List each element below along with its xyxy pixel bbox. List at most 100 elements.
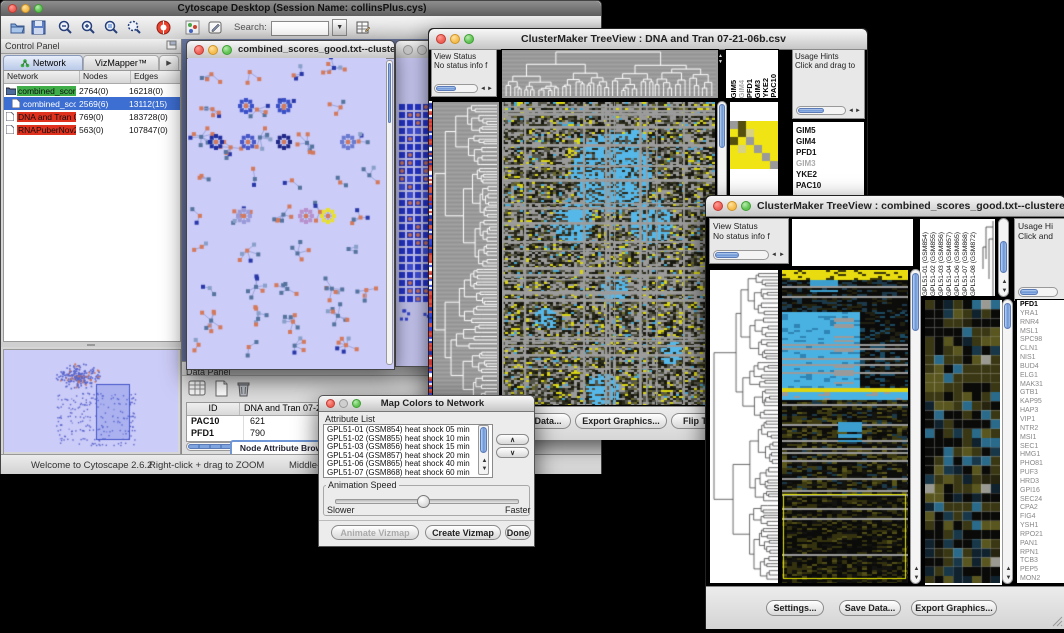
help-lifesaver-icon[interactable] [155,19,172,36]
tv2-labels-down-arrow[interactable]: ▼ [1002,288,1008,294]
tv2-labels-vscrollbar[interactable]: ▲ ▼ [998,218,1009,297]
zoom-fit-button[interactable] [126,19,143,36]
done-button[interactable]: Done [505,525,531,540]
tv2-gene-label[interactable]: VIP1 [1020,416,1064,425]
tv2-gene-label[interactable]: GTB1 [1020,389,1064,398]
tv2-gene-label[interactable]: SPC98 [1020,336,1064,345]
col-edges[interactable]: Edges [131,71,180,83]
tv2-hints-hscrollbar[interactable] [1018,287,1058,297]
tv2-gene-label[interactable]: PAN1 [1020,540,1064,549]
tab-vizmapper[interactable]: VizMapper™ [83,55,159,70]
tv1-status-right-arrow[interactable]: ► [487,86,493,92]
minimize-button[interactable] [417,45,427,55]
tv1-row-dendrogram[interactable] [432,101,500,408]
tv1-gene-label[interactable]: GIM4 [796,136,864,147]
zoom-out-button[interactable] [57,19,74,36]
main-titlebar[interactable]: Cytoscape Desktop (Session Name: collins… [1,1,601,17]
tv1-mini-arrows[interactable]: ▲▼ [718,53,723,65]
tv2-gene-label[interactable]: TCB3 [1020,557,1064,566]
close-button[interactable] [8,4,17,13]
col-network[interactable]: Network [4,71,80,83]
save-button[interactable] [30,19,47,36]
tv2-gene-label[interactable]: RNR4 [1020,319,1064,328]
close-button[interactable] [713,201,723,211]
panel-splitter[interactable] [1,342,181,347]
network-row[interactable]: combined_sco2569(6)13112(15) [4,97,180,110]
minimize-button[interactable] [21,4,30,13]
tv2-status-left-arrow[interactable]: ◄ [771,252,777,258]
attr-col-id[interactable]: ID [187,403,240,415]
close-button[interactable] [326,399,335,408]
network-vscrollbar[interactable] [386,60,393,365]
tv2-gene-label[interactable]: RPO21 [1020,531,1064,540]
zoom-window-button[interactable] [34,4,43,13]
tv2-gene-label[interactable]: PFD1 [1020,301,1064,310]
search-combobox[interactable]: ▼ [271,19,347,37]
tv2-gene-label[interactable]: KAP95 [1020,398,1064,407]
tv2-scroll-down-arrow[interactable]: ▼ [914,575,920,581]
tv2-gene-label[interactable]: ELG1 [1020,372,1064,381]
tv2-status-right-arrow[interactable]: ► [779,252,785,258]
tv2-button-settings-[interactable]: Settings... [766,600,824,616]
network-window-front[interactable]: combined_scores_good.txt--cluste... [186,40,395,370]
tv2-scroll-up-arrow[interactable]: ▲ [914,566,920,572]
tv1-gene-label[interactable]: PAC10 [796,180,864,191]
tv1-hints-hscrollbar[interactable] [796,106,846,115]
move-up-button[interactable]: ∧ [496,434,529,445]
tv2-zoom-heatmap[interactable] [924,299,1003,586]
tv2-button-save-data-[interactable]: Save Data... [839,600,901,616]
tv2-gene-label[interactable]: NIS1 [1020,354,1064,363]
col-nodes[interactable]: Nodes [80,71,131,83]
treeview-combined-titlebar[interactable]: ClusterMaker TreeView : combined_scores_… [706,196,1064,217]
attribute-list-vscrollbar[interactable]: ▲ ▼ [478,425,489,475]
minimize-button[interactable] [339,399,348,408]
tv1-gene-label[interactable]: GIM5 [796,125,864,136]
tv2-gene-label[interactable]: MON2 [1020,575,1064,584]
tv2-gene-label[interactable]: MSL1 [1020,328,1064,337]
tv1-status-hscrollbar[interactable] [434,84,478,93]
tv1-global-heatmap[interactable] [501,101,718,408]
tv2-gene-label[interactable]: YSH1 [1020,522,1064,531]
attr-down-arrow[interactable]: ▼ [482,466,488,472]
tv1-hints-left-arrow[interactable]: ◄ [848,108,854,114]
tv2-column-dendrogram[interactable] [791,218,914,267]
zoom-selected-button[interactable] [103,19,120,36]
network-row[interactable]: RNAPuberNov2+563(0)107847(0) [4,123,180,136]
tab-network[interactable]: Network [3,55,83,70]
attr-up-arrow[interactable]: ▲ [482,458,488,464]
tv2-gene-label[interactable]: FIG4 [1020,513,1064,522]
tv2-gene-label[interactable]: MSI1 [1020,434,1064,443]
close-button[interactable] [436,34,446,44]
treeview-dna-titlebar[interactable]: ClusterMaker TreeView : DNA and Tran 07-… [429,29,867,50]
animate-vizmap-button[interactable]: Animate Vizmap [331,525,419,540]
tv2-gene-label[interactable]: PUF3 [1020,469,1064,478]
tv2-gene-label[interactable]: NTR2 [1020,425,1064,434]
tv2-gene-label[interactable]: HAP3 [1020,407,1064,416]
new-attribute-icon[interactable] [212,379,229,396]
zoom-in-button[interactable] [80,19,97,36]
tv2-gene-label[interactable]: BUD4 [1020,363,1064,372]
tv2-genes-up-arrow[interactable]: ▲ [1006,566,1012,572]
tv2-gene-label[interactable]: PHO81 [1020,460,1064,469]
network-row[interactable]: DNA and Tran 07769(0)183728(0) [4,110,180,123]
select-attributes-icon[interactable] [188,379,205,396]
slider-thumb[interactable] [417,495,430,508]
search-input[interactable] [271,21,329,36]
tv2-row-dendrogram[interactable] [709,269,779,584]
network-canvas[interactable] [188,58,386,367]
minimize-button[interactable] [208,45,218,55]
close-button[interactable] [403,45,413,55]
tv1-gene-label[interactable]: PFD1 [796,147,864,158]
tv2-gene-label[interactable]: GPI16 [1020,487,1064,496]
tv2-gene-label[interactable]: RPN1 [1020,549,1064,558]
tv2-button-export-graphics-[interactable]: Export Graphics... [911,600,997,616]
tv2-global-heatmap[interactable] [781,269,911,586]
float-panel-icon[interactable] [166,37,177,55]
tv2-gene-label[interactable]: CPA2 [1020,504,1064,513]
tab-overflow-button[interactable]: ▶ [159,55,179,70]
zoom-window-button[interactable] [222,45,232,55]
minimize-button[interactable] [450,34,460,44]
tv1-gene-label[interactable]: YKE2 [796,169,864,180]
tv2-gene-label[interactable]: SEC24 [1020,496,1064,505]
annotation-icon[interactable] [207,19,224,36]
